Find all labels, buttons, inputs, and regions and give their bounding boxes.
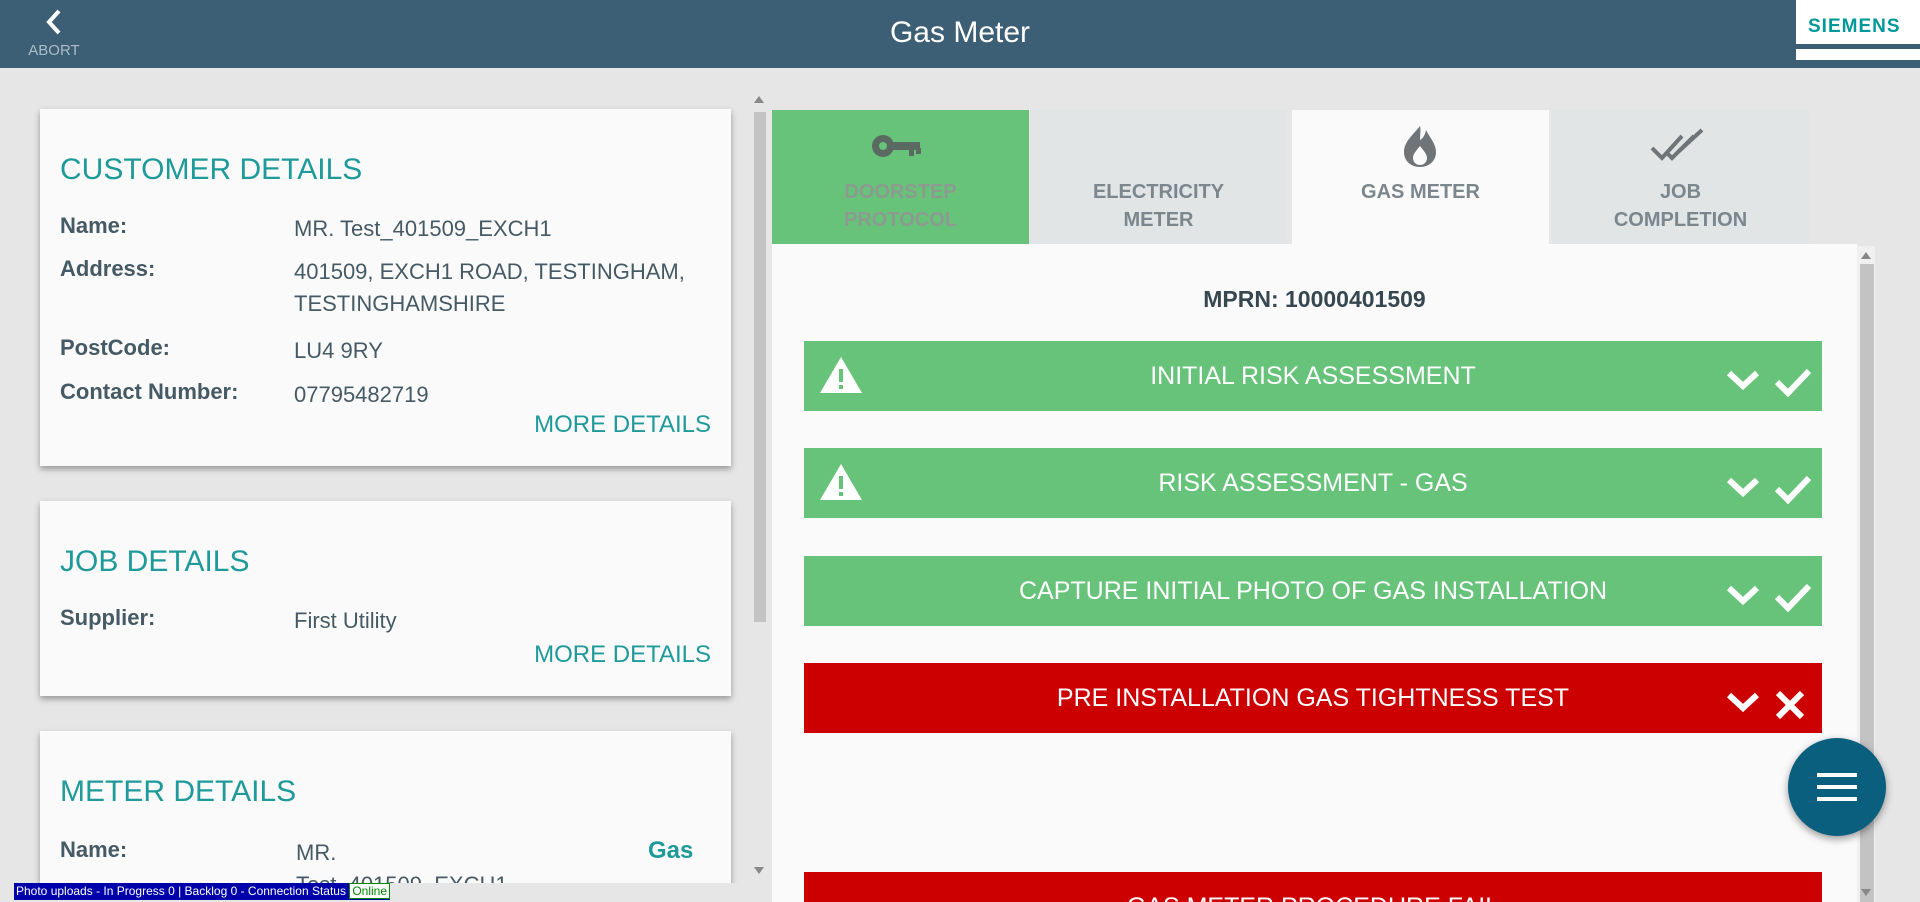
section-capture-initial-photo[interactable]: CAPTURE INITIAL PHOTO OF GAS INSTALLATIO… [804, 556, 1822, 626]
page-title: Gas Meter [889, 16, 1031, 49]
left-scrollbar[interactable] [752, 90, 766, 880]
scrollbar-thumb[interactable] [754, 112, 766, 622]
connection-status-badge: Online [349, 883, 391, 899]
tab-label: DOORSTEP PROTOCOL [844, 181, 957, 231]
customer-details-card: CUSTOMER DETAILS Name: MR. Test_401509_E… [40, 109, 731, 466]
gas-meter-panel[interactable]: MPRN: 10000401509 INITIAL RISK ASSESSMEN… [772, 244, 1857, 902]
field-label: PostCode: [60, 335, 170, 360]
section-pre-installation-tightness-test[interactable]: PRE INSTALLATION GAS TIGHTNESS TEST [804, 663, 1822, 733]
siemens-logo: SIEMENS [1796, 0, 1920, 60]
chevron-down-icon[interactable] [1726, 476, 1760, 498]
tab-label: GAS METER [1361, 181, 1480, 203]
meter-type-label: Gas [648, 837, 694, 864]
field-label: Contact Number: [60, 379, 239, 404]
section-label: PRE INSTALLATION GAS TIGHTNESS TEST [1056, 684, 1570, 712]
tab-electricity-meter[interactable]: ELECTRICITY METER [1030, 110, 1287, 244]
chevron-down-icon[interactable] [1726, 369, 1760, 391]
section-label: CAPTURE INITIAL PHOTO OF GAS INSTALLATIO… [1018, 577, 1608, 605]
logo-text: SIEMENS [1808, 16, 1901, 37]
field-label: Name: [60, 213, 128, 238]
check-icon [1774, 368, 1812, 397]
field-value: 401509, EXCH1 ROAD, TESTINGHAM, TESTINGH… [294, 259, 685, 316]
section-gas-meter-procedure-fail[interactable]: GAS METER PROCEDURE FAIL [804, 872, 1822, 902]
cross-icon [1775, 690, 1805, 720]
scroll-down-icon[interactable] [754, 867, 764, 874]
tab-label: ELECTRICITY METER [1092, 181, 1225, 231]
hamburger-menu-icon [1817, 773, 1857, 801]
chevron-down-icon[interactable] [1726, 691, 1760, 713]
flame-icon [1292, 124, 1549, 168]
field-value-cont: Test_401509_EXCH1 [296, 869, 716, 883]
tab-label: JOB COMPLETION [1613, 181, 1748, 231]
upload-status-bar: Photo uploads - In Progress 0 | Backlog … [14, 883, 391, 900]
scroll-up-icon[interactable] [754, 96, 764, 103]
chevron-left-icon [46, 9, 61, 35]
key-icon [772, 124, 1029, 168]
section-initial-risk-assessment[interactable]: INITIAL RISK ASSESSMENT [804, 341, 1822, 411]
field-label: Address: [60, 256, 156, 281]
section-label: INITIAL RISK ASSESSMENT [1150, 362, 1476, 390]
double-check-icon [1552, 124, 1809, 168]
scroll-down-icon[interactable] [1861, 889, 1871, 896]
field-value: 07795482719 [294, 382, 429, 407]
tab-job-completion[interactable]: JOB COMPLETION [1552, 110, 1809, 244]
job-details-heading: JOB DETAILS [60, 545, 250, 578]
field-value: MR. Test_401509_EXCH1 [294, 216, 552, 241]
upload-status-text: Photo uploads - In Progress 0 | Backlog … [16, 884, 346, 898]
check-icon [1774, 475, 1812, 504]
logo-stripe [1796, 44, 1920, 49]
customer-details-heading: CUSTOMER DETAILS [60, 153, 363, 186]
customer-more-details-link[interactable]: MORE DETAILS [534, 411, 711, 439]
section-label: GAS METER PROCEDURE FAIL [804, 872, 1822, 902]
mprn-label: MPRN: 10000401509 [1203, 286, 1426, 312]
field-label: Supplier: [60, 605, 156, 630]
field-value: First Utility [294, 608, 397, 633]
abort-button[interactable]: ABORT [24, 8, 84, 64]
field-label: Name: [60, 837, 128, 862]
details-column[interactable]: CUSTOMER DETAILS Name: MR. Test_401509_E… [0, 68, 750, 883]
workflow-tabs: DOORSTEP PROTOCOL ELECTRICITY METER GAS ME… [772, 110, 1809, 244]
abort-label: ABORT [28, 42, 80, 59]
section-risk-assessment-gas[interactable]: RISK ASSESSMENT - GAS [804, 448, 1822, 518]
section-label: RISK ASSESSMENT - GAS [1158, 469, 1468, 497]
chevron-down-icon[interactable] [1726, 584, 1760, 606]
tab-gas-meter[interactable]: GAS METER [1292, 110, 1549, 244]
scroll-up-icon[interactable] [1861, 252, 1871, 259]
meter-details-card: METER DETAILS Name: MR. Test_401509_EXCH… [40, 731, 731, 883]
menu-fab-button[interactable] [1788, 738, 1886, 836]
check-icon [1774, 583, 1812, 612]
meter-details-heading: METER DETAILS [60, 775, 297, 808]
job-more-details-link[interactable]: MORE DETAILS [534, 641, 711, 669]
field-value: LU4 9RY [294, 338, 383, 363]
app-header: Gas Meter ABORT SIEMENS [0, 0, 1920, 68]
tab-doorstep-protocol[interactable]: DOORSTEP PROTOCOL [772, 110, 1029, 244]
job-details-card: JOB DETAILS Supplier: First Utility MORE… [40, 501, 731, 696]
